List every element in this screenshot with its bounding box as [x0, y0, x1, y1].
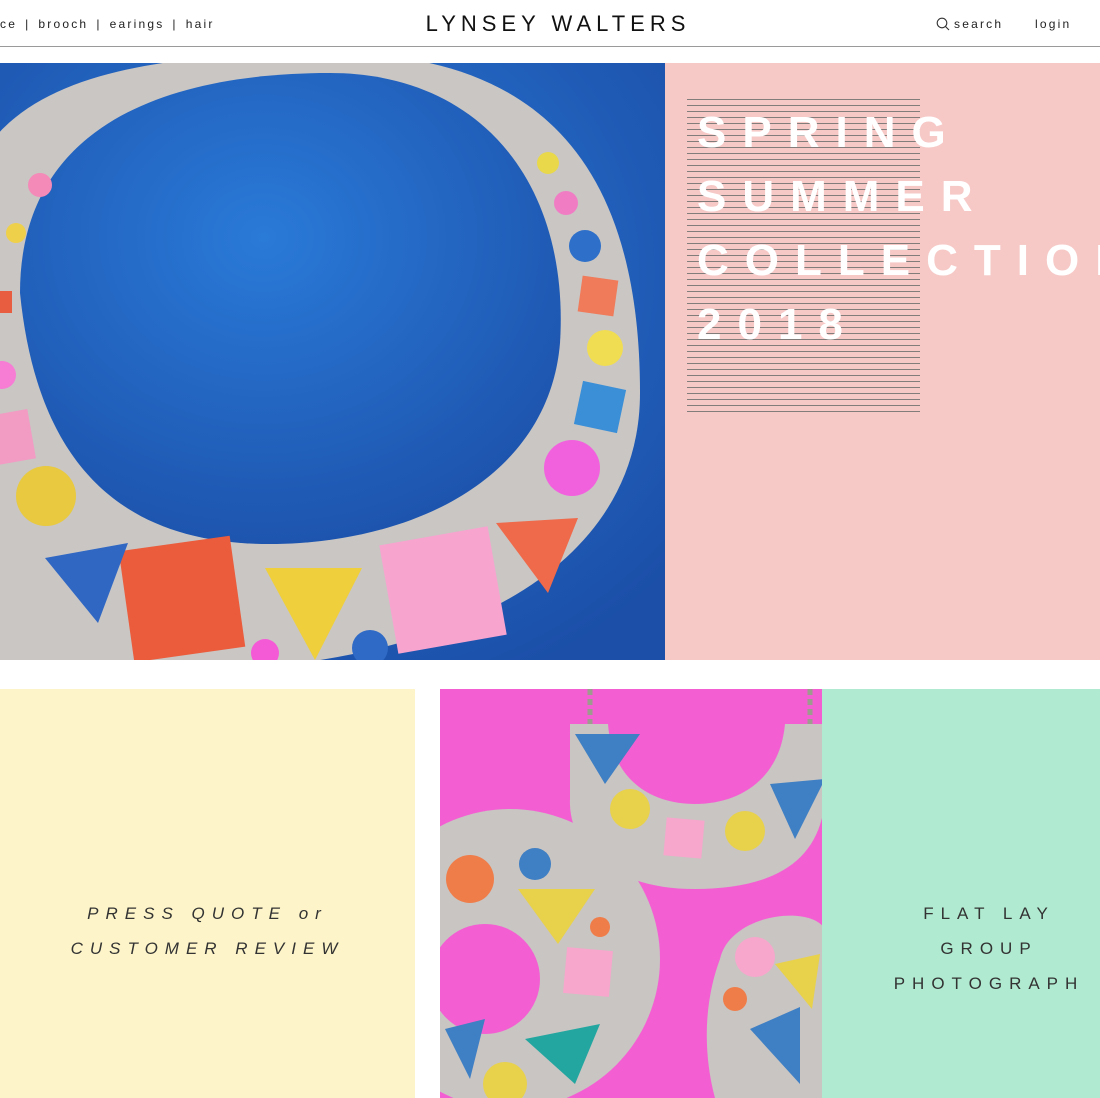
flat-lay-line: PHOTOGRAPH [893, 974, 1085, 993]
flat-lay-line: GROUP [940, 939, 1038, 958]
press-quote-panel [0, 689, 415, 1098]
search-label: search [954, 17, 1004, 31]
press-quote-text: PRESS QUOTE or CUSTOMER REVIEW [0, 896, 415, 966]
search-button[interactable]: search [936, 17, 1003, 31]
search-icon [936, 17, 950, 31]
brand-logo[interactable]: LYNSEY WALTERS [0, 11, 1100, 37]
press-quote-line: PRESS QUOTE or [87, 904, 328, 923]
hero-necklace-image[interactable] [0, 63, 665, 660]
press-quote-line: CUSTOMER REVIEW [70, 939, 345, 958]
pendant-product-image[interactable] [440, 689, 822, 1098]
login-link[interactable]: login [1035, 17, 1071, 31]
flat-lay-panel [822, 689, 1100, 1098]
flat-lay-line: FLAT LAY [923, 904, 1055, 923]
collection-title-line: 2018 [697, 300, 859, 349]
flat-lay-text: FLAT LAY GROUP PHOTOGRAPH [850, 896, 1100, 1001]
collection-title-line: COLLECTION [697, 236, 1100, 285]
hero-collection-panel[interactable]: SPRING SUMMER COLLECTION 2018 [665, 63, 1100, 660]
collection-title-line: SPRING [697, 108, 962, 157]
collection-title-line: SUMMER [697, 172, 989, 221]
collection-title: SPRING SUMMER COLLECTION 2018 [697, 101, 1100, 357]
